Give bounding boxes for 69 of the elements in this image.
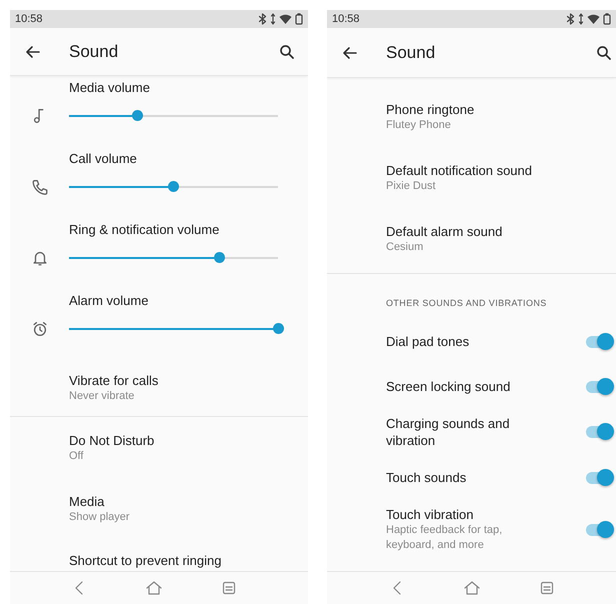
setting-label: Charging sounds and vibration bbox=[386, 415, 511, 449]
setting-item[interactable]: Shortcut to prevent ringing bbox=[10, 539, 308, 570]
toggle-setting[interactable]: Dial pad tones bbox=[327, 319, 616, 364]
section-header: OTHER SOUNDS AND VIBRATIONS bbox=[386, 298, 547, 308]
setting-label: Media volume bbox=[69, 79, 151, 96]
back-arrow-icon[interactable] bbox=[342, 44, 358, 60]
setting-label: Vibrate for calls bbox=[69, 372, 158, 389]
setting-summary: Show player bbox=[69, 510, 130, 524]
setting-label: Touch vibration bbox=[386, 506, 474, 523]
volume-setting[interactable]: Media volume bbox=[10, 76, 308, 147]
setting-label: Call volume bbox=[69, 150, 138, 167]
recents-icon[interactable] bbox=[538, 580, 554, 596]
search-icon[interactable] bbox=[279, 44, 295, 60]
setting-label: Phone ringtone bbox=[386, 100, 474, 118]
setting-summary: Haptic feedback for tap, keyboard, and more bbox=[386, 523, 504, 553]
setting-summary: Cesium bbox=[386, 240, 424, 254]
toggle-switch[interactable] bbox=[586, 524, 612, 536]
setting-item[interactable]: Vibrate for calls Never vibrate bbox=[10, 360, 308, 416]
setting-label: Touch sounds bbox=[386, 469, 468, 486]
bluetooth-icon bbox=[566, 13, 575, 25]
setting-item[interactable]: Default alarm sound Cesium bbox=[327, 208, 616, 269]
setting-item[interactable]: Do Not Disturb Off bbox=[10, 417, 308, 478]
setting-summary: Off bbox=[69, 448, 84, 464]
setting-item[interactable]: Phone ringtone Flutey Phone bbox=[327, 86, 616, 147]
battery-icon bbox=[603, 13, 611, 25]
data-arrows-icon bbox=[270, 13, 276, 25]
screen-title: Sound bbox=[69, 42, 120, 62]
setting-summary: Never vibrate bbox=[69, 389, 136, 404]
toggle-switch[interactable] bbox=[586, 426, 612, 438]
setting-item[interactable]: Default notification sound Pixie Dust bbox=[327, 147, 616, 208]
slider-thumb[interactable] bbox=[168, 181, 179, 192]
slider-thumb[interactable] bbox=[132, 110, 144, 121]
toggle-setting[interactable]: Touch vibration Haptic feedback for tap, keyboard, and more bbox=[327, 500, 616, 559]
slider-thumb[interactable] bbox=[272, 323, 284, 334]
volume-setting[interactable]: Ring & notification volume bbox=[10, 218, 308, 289]
volume-setting[interactable]: Alarm volume bbox=[10, 289, 308, 360]
slider-thumb[interactable] bbox=[214, 252, 225, 263]
back-arrow-icon[interactable] bbox=[25, 44, 41, 60]
setting-label: Default alarm sound bbox=[386, 222, 502, 240]
volume-setting[interactable]: Call volume bbox=[10, 147, 308, 218]
search-icon[interactable] bbox=[596, 44, 612, 60]
wifi-icon bbox=[587, 13, 600, 25]
toggle-switch[interactable] bbox=[586, 472, 612, 484]
setting-label: Default notification sound bbox=[386, 162, 532, 178]
setting-label: Ring & notification volume bbox=[69, 221, 220, 238]
setting-label: Dial pad tones bbox=[386, 333, 470, 350]
setting-item[interactable]: Media Show player bbox=[10, 478, 308, 539]
data-arrows-icon bbox=[578, 13, 584, 25]
status-time: 10:58 bbox=[15, 13, 43, 25]
setting-label: Screen locking sound bbox=[386, 378, 512, 395]
screen-title: Sound bbox=[386, 42, 436, 62]
toggle-setting[interactable]: Screen locking sound bbox=[327, 364, 616, 409]
toggle-setting[interactable]: Charging sounds and vibration bbox=[327, 409, 616, 455]
setting-label: Media bbox=[69, 492, 106, 510]
setting-label: Shortcut to prevent ringing bbox=[69, 552, 222, 569]
toggle-switch[interactable] bbox=[586, 380, 612, 392]
wifi-icon bbox=[279, 13, 292, 25]
bluetooth-icon bbox=[258, 13, 267, 25]
setting-label: Do Not Disturb bbox=[69, 432, 154, 448]
home-icon[interactable] bbox=[462, 580, 480, 596]
home-icon[interactable] bbox=[145, 580, 163, 596]
setting-label: Alarm volume bbox=[69, 292, 150, 309]
toggle-setting[interactable]: Touch sounds bbox=[327, 455, 616, 500]
status-time: 10:58 bbox=[332, 13, 360, 25]
battery-icon bbox=[295, 13, 303, 25]
toggle-switch[interactable] bbox=[586, 336, 612, 348]
recents-icon[interactable] bbox=[221, 580, 237, 596]
setting-summary: Flutey Phone bbox=[386, 118, 452, 132]
setting-summary: Pixie Dust bbox=[386, 178, 437, 194]
